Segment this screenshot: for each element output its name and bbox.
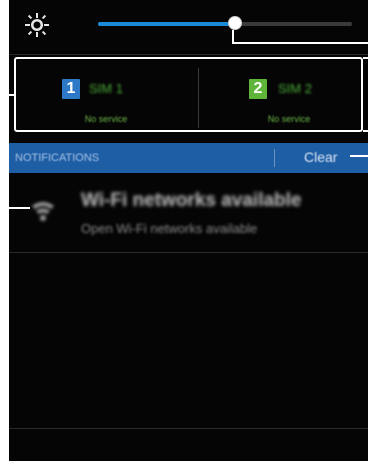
notification-title: Wi-Fi networks available — [81, 190, 302, 211]
brightness-icon — [25, 13, 49, 37]
clear-button[interactable]: Clear — [304, 149, 337, 165]
brightness-slider-fill — [98, 22, 236, 26]
header-divider — [274, 149, 275, 167]
divider — [9, 428, 368, 429]
callout-line — [0, 94, 14, 96]
wifi-icon — [32, 202, 54, 221]
notifications-title: NOTIFICATIONS — [15, 152, 100, 164]
notification-panel-screen: 1 SIM 1 No service 2 SIM 2 No service NO… — [0, 0, 377, 461]
callout-line — [363, 130, 377, 132]
callout-line — [0, 207, 30, 209]
divider — [9, 252, 368, 253]
notification-item[interactable]: Wi-Fi networks available Open Wi-Fi netw… — [9, 176, 368, 252]
callout-line — [232, 42, 377, 44]
notification-subtitle: Open Wi-Fi networks available — [81, 221, 258, 236]
sim-callout-box — [14, 57, 363, 132]
callout-line — [350, 155, 377, 157]
brightness-slider[interactable] — [98, 16, 352, 30]
callout-line — [363, 57, 377, 59]
divider — [9, 54, 368, 55]
notifications-header: NOTIFICATIONS Clear — [9, 143, 368, 173]
